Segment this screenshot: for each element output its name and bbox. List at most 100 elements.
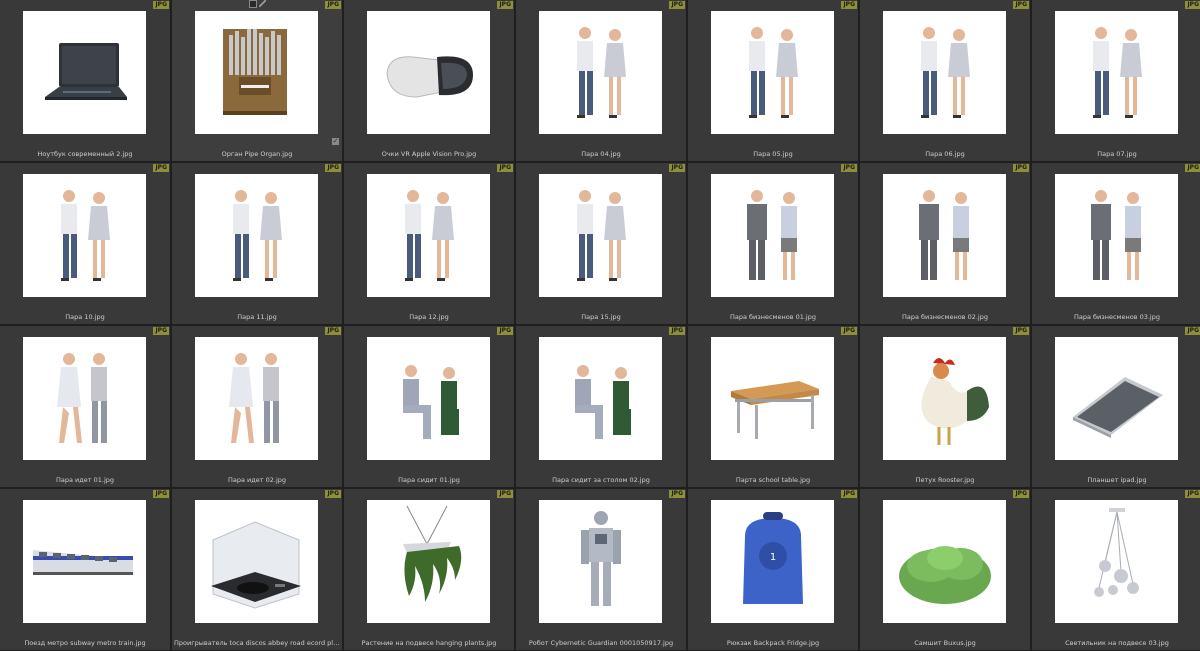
file-type-badge: JPG xyxy=(153,1,169,9)
backpack-icon: 1 xyxy=(743,512,803,604)
thumbnail-image[interactable] xyxy=(367,500,490,623)
business-couple-icon xyxy=(1091,190,1141,280)
file-type-badge: JPG xyxy=(325,164,341,172)
thumbnail-tile[interactable]: JPG Парта school table.jpg xyxy=(688,326,858,487)
couple-icon xyxy=(577,190,626,281)
thumbnail-tile[interactable]: JPG Робот Cybernetic Guardian 0001050917.… xyxy=(516,489,686,650)
thumbnail-tile[interactable]: JPG Растение на подвесе hanging plants.jp… xyxy=(344,489,514,650)
thumbnail-tile[interactable]: JPG Пара идет 01.jpg xyxy=(0,326,170,487)
walking-couple-icon xyxy=(57,353,107,443)
file-name-label: Поезд метро subway metro train.jpg xyxy=(24,639,146,647)
file-name-label: Пара бизнесменов 01.jpg xyxy=(730,313,816,321)
thumbnail-tile[interactable]: JPG Светильник на подвесе 03.jpg xyxy=(1032,489,1200,650)
thumbnail-tile[interactable]: JPG Ноутбук современный 2.jpg xyxy=(0,0,170,161)
file-name-label: Пара идет 02.jpg xyxy=(227,476,286,484)
tablet-icon xyxy=(1073,377,1163,438)
thumbnail-image[interactable] xyxy=(367,174,490,297)
label-box-icon[interactable] xyxy=(249,0,257,8)
train-icon xyxy=(33,550,133,575)
thumbnail-tile[interactable]: JPG Пара сидит 01.jpg xyxy=(344,326,514,487)
thumbnail-tile[interactable]: JPG Проигрыватель toca discos abbey road … xyxy=(172,489,342,650)
file-type-badge: JPG xyxy=(153,327,169,335)
thumbnail-tile[interactable]: JPG Очки VR Apple Vision Pro.jpg xyxy=(344,0,514,161)
thumbnail-image[interactable] xyxy=(195,11,318,134)
thumbnail-image[interactable] xyxy=(367,337,490,460)
thumbnail-image[interactable] xyxy=(883,500,1006,623)
thumbnail-image[interactable] xyxy=(539,337,662,460)
thumbnail-tile[interactable]: JPG Планшет ipad.jpg xyxy=(1032,326,1200,487)
couple-icon xyxy=(749,27,798,118)
thumbnail-image[interactable] xyxy=(195,500,318,623)
file-name-label: Пара 12.jpg xyxy=(409,313,449,321)
thumbnail-image[interactable] xyxy=(711,337,834,460)
file-type-badge: JPG xyxy=(841,490,857,498)
file-type-badge: JPG xyxy=(1013,164,1029,172)
file-type-badge: JPG xyxy=(497,1,513,9)
couple-icon xyxy=(577,27,626,118)
thumbnail-tile[interactable]: JPG Пара 15.jpg xyxy=(516,163,686,324)
thumbnail-image[interactable] xyxy=(539,11,662,134)
laptop-icon xyxy=(45,43,127,100)
thumbnail-tile[interactable]: JPG Петух Rooster.jpg xyxy=(860,326,1030,487)
checkbox-icon[interactable]: ✓ xyxy=(332,138,339,145)
file-name-label: Рюкзак Backpack Fridge.jpg xyxy=(726,639,820,647)
hanging-plant-icon xyxy=(403,505,462,602)
thumbnail-image[interactable] xyxy=(23,337,146,460)
file-type-badge: JPG xyxy=(669,490,685,498)
file-name-label: Проигрыватель toca discos abbey road eco… xyxy=(174,639,340,647)
thumbnail-image[interactable]: 1 xyxy=(711,500,834,623)
thumbnail-tile[interactable]: JPG Пара бизнесменов 02.jpg xyxy=(860,163,1030,324)
file-name-label: Планшет ipad.jpg xyxy=(1087,476,1147,484)
thumbnail-image[interactable] xyxy=(1055,337,1178,460)
thumbnail-tile[interactable]: JPG ✓ Орган Pipe Organ.jpg xyxy=(172,0,342,161)
thumbnail-image[interactable] xyxy=(1055,11,1178,134)
file-name-label: Пара 11.jpg xyxy=(237,313,277,321)
file-name-label: Петух Rooster.jpg xyxy=(915,476,975,484)
thumbnail-tile[interactable]: JPG Самшит Buxus.jpg xyxy=(860,489,1030,650)
thumbnail-image[interactable] xyxy=(883,337,1006,460)
thumbnail-tile[interactable]: JPG Пара бизнесменов 03.jpg xyxy=(1032,163,1200,324)
thumbnail-image[interactable] xyxy=(195,337,318,460)
thumbnail-tile[interactable]: JPG Пара 12.jpg xyxy=(344,163,514,324)
file-name-label: Ноутбук современный 2.jpg xyxy=(37,150,133,158)
file-name-label: Робот Cybernetic Guardian 0001050917.jpg xyxy=(528,639,674,647)
thumbnail-tile[interactable]: JPG Пара 04.jpg xyxy=(516,0,686,161)
thumbnail-image[interactable] xyxy=(711,11,834,134)
thumbnail-tile[interactable]: JPG Пара 07.jpg xyxy=(1032,0,1200,161)
thumbnail-image[interactable] xyxy=(23,174,146,297)
thumbnail-tile[interactable]: JPG Пара 05.jpg xyxy=(688,0,858,161)
seated-couple-icon xyxy=(575,365,631,439)
thumbnail-image[interactable] xyxy=(1055,500,1178,623)
file-type-badge: JPG xyxy=(841,1,857,9)
thumbnail-image[interactable] xyxy=(539,500,662,623)
file-type-badge: JPG xyxy=(1185,164,1200,172)
school-desk-icon xyxy=(731,381,819,439)
thumbnail-tile[interactable]: JPG Пара идет 02.jpg xyxy=(172,326,342,487)
thumbnail-tile[interactable]: JPG Пара сидит за столом 02.jpg xyxy=(516,326,686,487)
thumbnail-tile[interactable]: JPG Пара бизнесменов 01.jpg xyxy=(688,163,858,324)
file-type-badge: JPG xyxy=(669,1,685,9)
thumbnail-tile[interactable]: JPG Поезд метро subway metro train.jpg xyxy=(0,489,170,650)
pendant-lamp-icon xyxy=(1094,508,1139,597)
file-name-label: Пара сидит за столом 02.jpg xyxy=(552,476,650,484)
thumbnail-image[interactable] xyxy=(1055,174,1178,297)
thumbnail-tile[interactable]: JPG Пара 11.jpg xyxy=(172,163,342,324)
thumbnail-image[interactable] xyxy=(367,11,490,134)
thumbnail-image[interactable] xyxy=(711,174,834,297)
edit-icon[interactable] xyxy=(259,0,266,7)
thumbnail-tile[interactable]: JPG 1 Рюкзак Backpack Fridge.jpg xyxy=(688,489,858,650)
tile-flags xyxy=(249,0,266,8)
thumbnail-tile[interactable]: JPG Пара 10.jpg xyxy=(0,163,170,324)
thumbnail-image[interactable] xyxy=(23,11,146,134)
thumbnail-tile[interactable]: JPG Пара 06.jpg xyxy=(860,0,1030,161)
thumbnail-image[interactable] xyxy=(195,174,318,297)
thumbnail-image[interactable] xyxy=(539,174,662,297)
file-name-label: Пара 04.jpg xyxy=(581,150,621,158)
file-name-label: Пара 05.jpg xyxy=(753,150,793,158)
file-type-badge: JPG xyxy=(325,490,341,498)
thumbnail-image[interactable] xyxy=(23,500,146,623)
thumbnail-image[interactable] xyxy=(883,11,1006,134)
thumbnail-image[interactable] xyxy=(883,174,1006,297)
thumbnail-grid: JPG Ноутбук современный 2.jpg JPG ✓ Орган Pi… xyxy=(0,0,1200,651)
file-name-label: Пара 06.jpg xyxy=(925,150,965,158)
